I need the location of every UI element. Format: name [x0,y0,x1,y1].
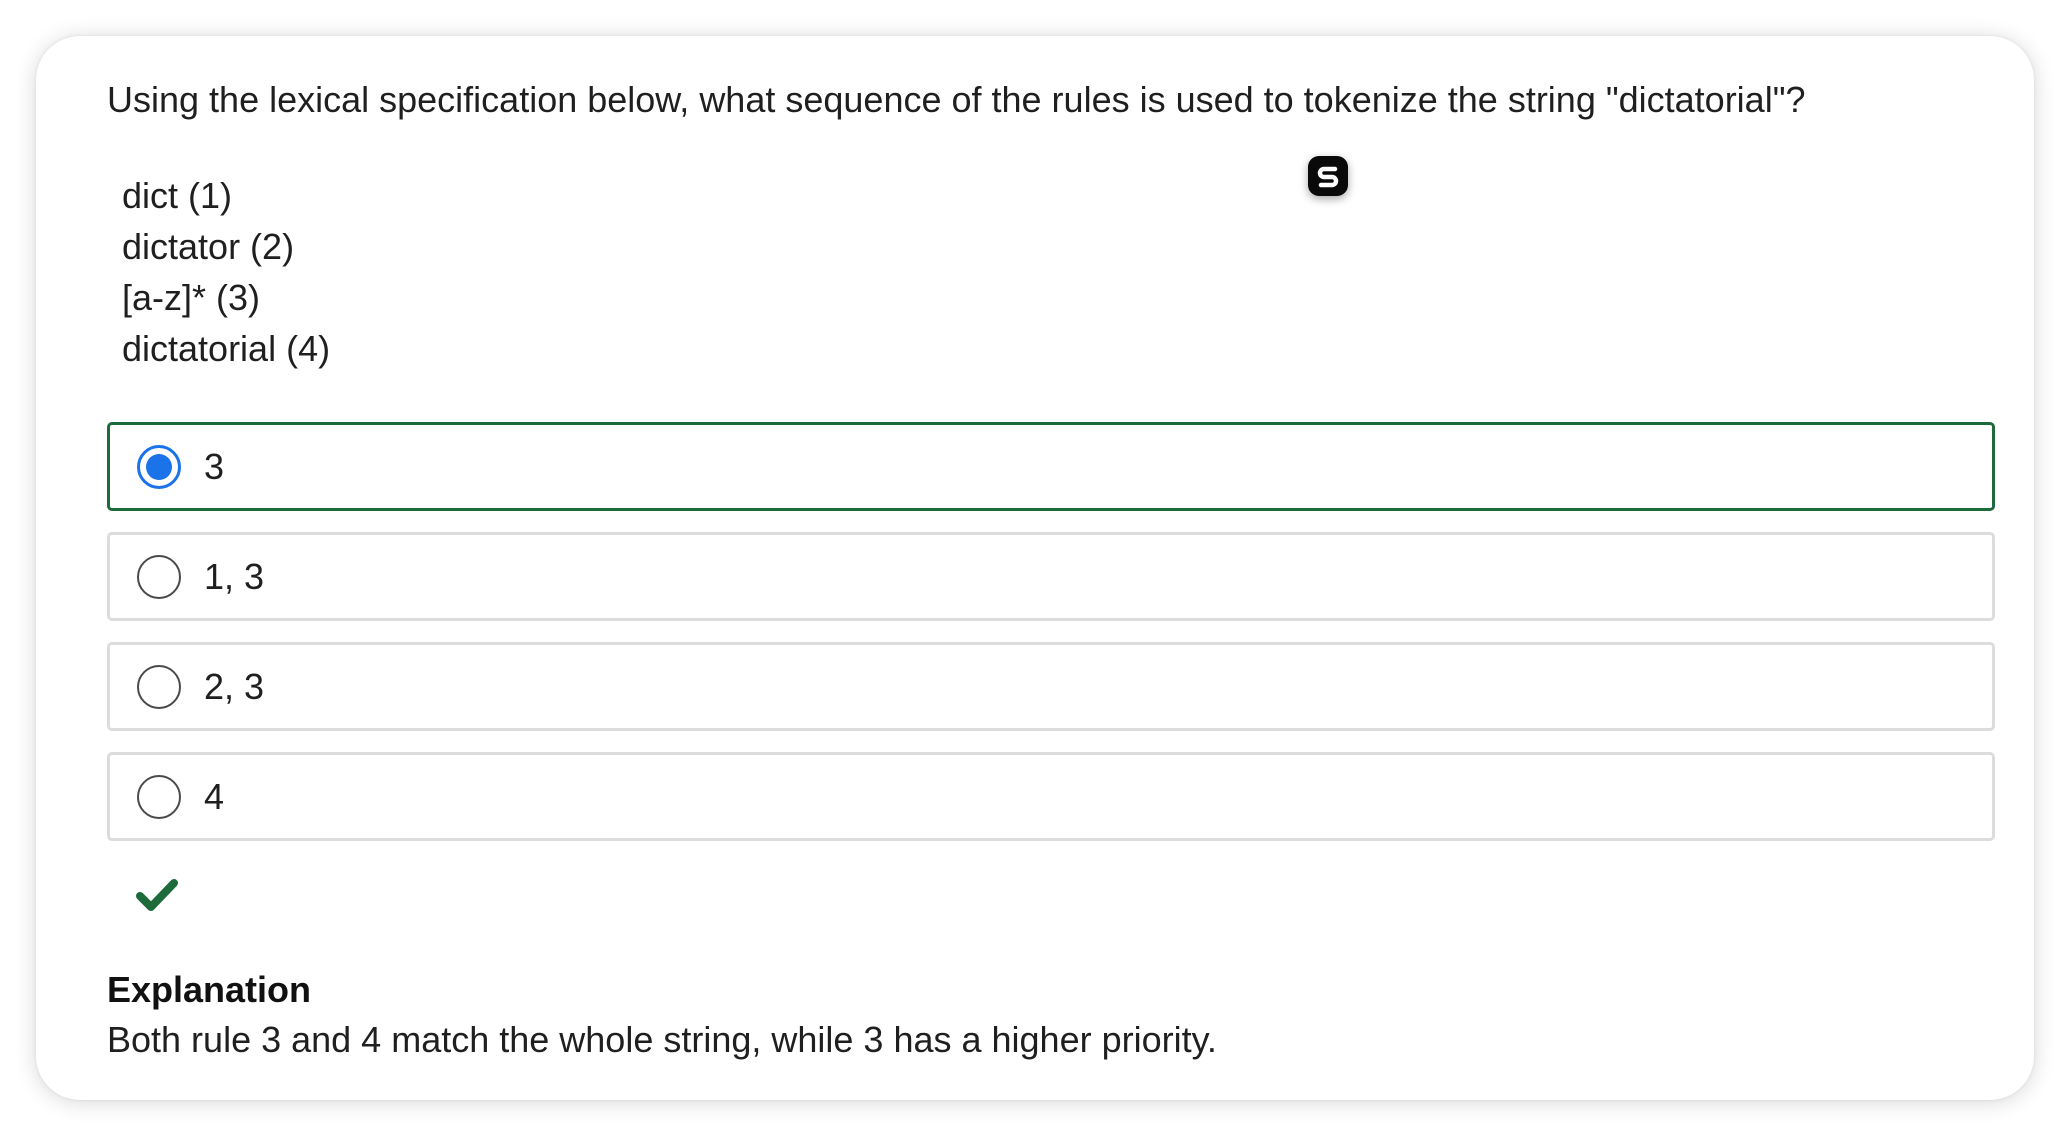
explanation-title: Explanation [107,969,312,1010]
explanation-text: Both rule 3 and 4 match the whole string… [107,1019,1217,1060]
question-card: Using the lexical specification below, w… [36,36,2034,1100]
option-2-3[interactable]: 2, 3 [107,642,1995,731]
rule-item: dictator (2) [122,226,295,267]
option-label: 3 [204,446,225,487]
option-label: 2, 3 [204,666,265,707]
radio-button[interactable] [137,775,181,819]
option-label: 1, 3 [204,556,265,597]
rule-list: dict (1) dictator (2) [a-z]* (3) dictato… [122,170,330,374]
answer-options: 3 1, 3 2, 3 4 [107,422,1995,862]
option-1-3[interactable]: 1, 3 [107,532,1995,621]
rule-item: [a-z]* (3) [122,277,261,318]
rule-item: dict (1) [122,175,233,216]
rule-item: dictatorial (4) [122,328,331,369]
option-label: 4 [204,776,225,817]
option-4[interactable]: 4 [107,752,1995,841]
s-logo-icon[interactable] [1308,156,1348,196]
option-3[interactable]: 3 [107,422,1995,511]
radio-button[interactable] [137,555,181,599]
question-text: Using the lexical specification below, w… [107,79,1806,120]
radio-button[interactable] [137,665,181,709]
check-icon [136,877,178,913]
radio-button-selected[interactable] [137,445,181,489]
